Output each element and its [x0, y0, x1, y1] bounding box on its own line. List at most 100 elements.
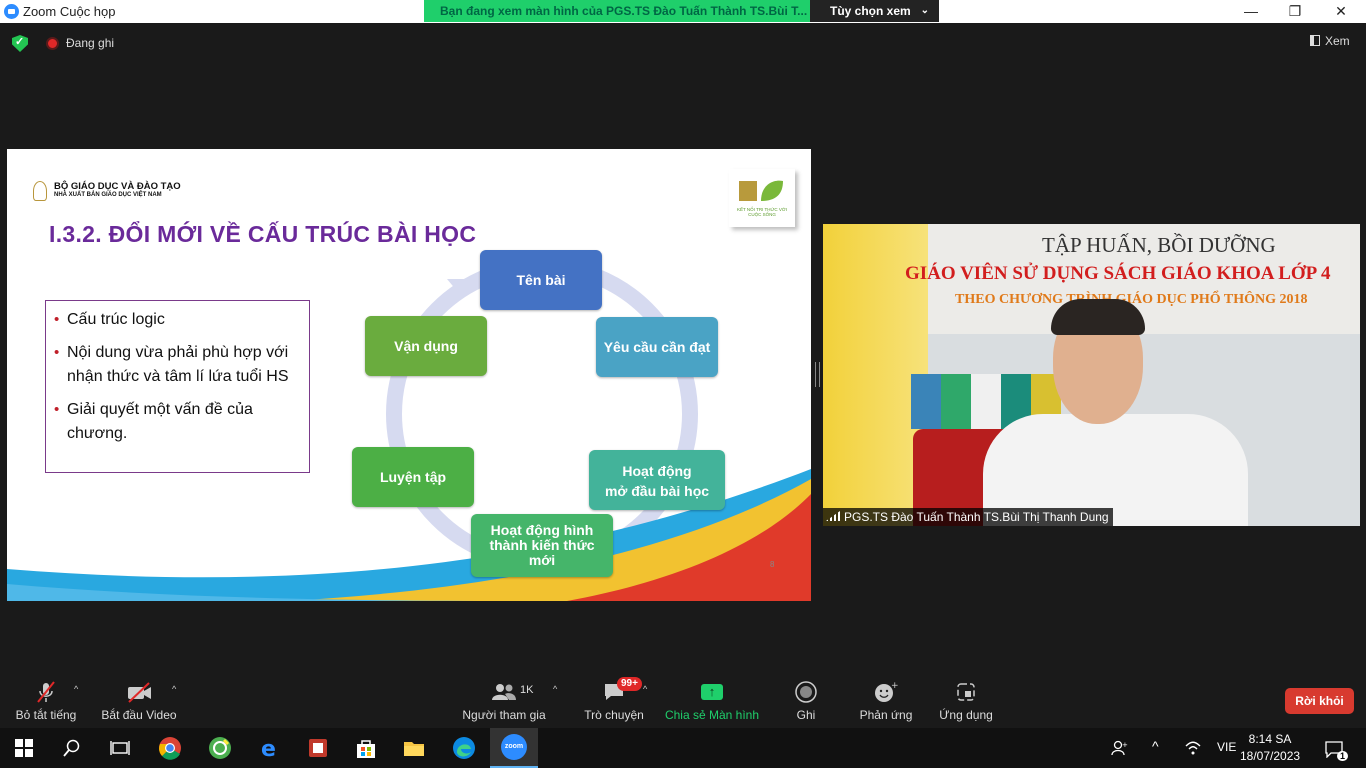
- svg-text:e: e: [261, 737, 276, 760]
- clock-date: 18/07/2023: [1240, 749, 1301, 763]
- record-label: Ghi: [796, 708, 816, 722]
- system-clock[interactable]: 8:14 SA 18/07/2023: [1240, 731, 1300, 765]
- participants-label: Người tham gia: [462, 708, 546, 722]
- taskbar-zoom[interactable]: zoom: [490, 728, 538, 768]
- search-button[interactable]: [48, 728, 96, 768]
- node-line: mới: [528, 552, 556, 568]
- security-shield-icon[interactable]: [12, 35, 28, 52]
- task-view-icon: [110, 741, 130, 755]
- participants-count: 1K: [520, 684, 534, 696]
- view-options-label: Tùy chọn xem: [830, 4, 911, 18]
- audio-options-caret-icon[interactable]: ^: [74, 684, 78, 694]
- edge-legacy-icon: e: [261, 737, 276, 760]
- node-line: thành kiến thức: [489, 537, 595, 553]
- taskbar-edge[interactable]: [440, 728, 488, 768]
- participants-icon: [460, 680, 548, 704]
- video-off-icon: [99, 680, 179, 704]
- zoom-app-icon: [4, 4, 19, 19]
- node-line: Hoạt động hình: [490, 522, 594, 538]
- view-layout-icon: [1310, 35, 1320, 46]
- taskbar-edge-legacy[interactable]: e: [246, 728, 294, 768]
- chat-options-caret-icon[interactable]: ^: [643, 684, 647, 694]
- muted-microphone-icon: [10, 680, 82, 704]
- taskbar-file-explorer[interactable]: [390, 728, 438, 768]
- cycle-node-yeu-cau: Yêu cầu cần đạt: [596, 317, 718, 377]
- chat-unread-badge: 99+: [617, 677, 642, 691]
- participant-video-tile[interactable]: TẬP HUẤN, BỒI DƯỠNG GIÁO VIÊN SỬ DỤNG SÁ…: [823, 224, 1360, 526]
- share-screen-label: Chia sẻ Màn hình: [664, 708, 760, 722]
- view-options-dropdown[interactable]: Tùy chọn xem ⌄: [810, 0, 939, 22]
- bullet-item: Nội dung vừa phải phù hợp với nhận thức …: [52, 341, 303, 389]
- start-video-button[interactable]: Bắt đầu Video: [99, 680, 179, 722]
- clock-time: 8:14 SA: [1248, 732, 1292, 746]
- search-icon: [63, 739, 80, 757]
- start-video-label: Bắt đầu Video: [101, 708, 177, 722]
- apps-label: Ứng dụng: [939, 708, 993, 722]
- apps-icon: [934, 680, 998, 704]
- minimize-button[interactable]: —: [1228, 0, 1274, 23]
- bullet-item: Cấu trúc logic: [52, 308, 303, 332]
- chat-label: Trò chuyện: [584, 708, 644, 722]
- windows-logo-icon: [15, 739, 33, 757]
- participants-options-caret-icon[interactable]: ^: [553, 684, 557, 694]
- restore-button[interactable]: ❐: [1272, 0, 1318, 23]
- taskbar-chrome[interactable]: [146, 728, 194, 768]
- start-button[interactable]: [0, 728, 48, 768]
- viewing-share-text: Bạn đang xem màn hình của PGS.TS Đào Tuấ…: [424, 0, 810, 22]
- share-screen-button[interactable]: ↑ Chia sẻ Màn hình: [664, 680, 760, 722]
- leave-meeting-button[interactable]: Rời khỏi: [1285, 688, 1354, 714]
- speaker-hair-image: [1051, 299, 1145, 335]
- view-label: Xem: [1325, 34, 1350, 48]
- participant-name-tag: PGS.TS Đào Tuấn Thành TS.Bùi Thị Thanh D…: [823, 508, 1113, 526]
- apps-button[interactable]: Ứng dụng: [934, 680, 998, 722]
- input-language[interactable]: VIE: [1217, 740, 1236, 754]
- record-button[interactable]: Ghi: [786, 680, 826, 722]
- chevron-down-icon: ⌄: [920, 5, 929, 16]
- share-screen-up-arrow-icon: ↑: [701, 684, 723, 700]
- reactions-button[interactable]: + Phản ứng: [856, 680, 916, 722]
- cycle-node-luyen-tap: Luyện tập: [352, 447, 474, 507]
- wifi-icon[interactable]: [1184, 740, 1202, 759]
- reactions-label: Phản ứng: [859, 708, 913, 722]
- brand-logo: KẾT NỐI TRI THỨC VỚI CUỘC SỐNG: [729, 169, 795, 227]
- store-bag-icon: [357, 740, 375, 758]
- panel-splitter-handle[interactable]: [815, 362, 820, 387]
- task-view-button[interactable]: [96, 728, 144, 768]
- shared-screen-slide: BỘ GIÁO DỤC VÀ ĐÀO TẠO NHÀ XUẤT BẢN GIÁO…: [7, 149, 811, 601]
- video-banner-line2: GIÁO VIÊN SỬ DỤNG SÁCH GIÁO KHOA LỚP 4: [905, 263, 1331, 284]
- unmute-button[interactable]: Bỏ tắt tiếng: [10, 680, 82, 722]
- record-icon: [786, 680, 826, 704]
- slide-page-number: 8: [770, 560, 775, 569]
- close-button[interactable]: ✕: [1318, 0, 1364, 23]
- notification-count-badge: 1: [1337, 751, 1349, 761]
- video-banner-line1: TẬP HUẤN, BỒI DƯỠNG: [1042, 233, 1276, 257]
- unmute-label: Bỏ tắt tiếng: [15, 708, 77, 722]
- cycle-node-hd-hinh-thanh: Hoạt động hình thành kiến thức mới: [471, 514, 613, 577]
- office-app-icon: [309, 739, 327, 757]
- brand-tagline: KẾT NỐI TRI THỨC VỚI CUỘC SỐNG: [737, 207, 787, 217]
- participants-button[interactable]: Người tham gia: [460, 680, 548, 722]
- view-button[interactable]: Xem: [1310, 34, 1350, 48]
- chrome-icon: [159, 737, 181, 760]
- node-line: mở đầu bài học: [604, 482, 710, 499]
- video-options-caret-icon[interactable]: ^: [172, 684, 176, 694]
- participant-name: PGS.TS Đào Tuấn Thành TS.Bùi Thị Thanh D…: [844, 510, 1109, 524]
- show-hidden-icons-chevron-icon[interactable]: ^: [1152, 738, 1159, 754]
- smiley-plus-icon: +: [856, 680, 916, 704]
- cycle-node-van-dung: Vận dụng: [365, 316, 487, 376]
- cycle-node-ten-bai: Tên bài: [480, 250, 602, 310]
- recording-icon: [46, 37, 59, 50]
- people-icon[interactable]: +: [1110, 740, 1128, 759]
- taskbar-store[interactable]: [342, 728, 390, 768]
- screen-share-banner: Bạn đang xem màn hình của PGS.TS Đào Tuấ…: [424, 0, 939, 22]
- taskbar-green-app[interactable]: [196, 728, 244, 768]
- bullet-item: Giải quyết một vấn đề của chương.: [52, 398, 303, 446]
- folder-icon: [404, 742, 424, 756]
- leaf-logo-icon: [739, 180, 783, 201]
- edge-icon: [453, 737, 475, 759]
- recording-label[interactable]: Đang ghi: [66, 36, 114, 50]
- taskbar-office-app[interactable]: [294, 728, 342, 768]
- node-line: Hoạt động: [622, 462, 692, 479]
- window-title: Zoom Cuộc họp: [23, 4, 116, 19]
- ministry-logo: [33, 181, 47, 201]
